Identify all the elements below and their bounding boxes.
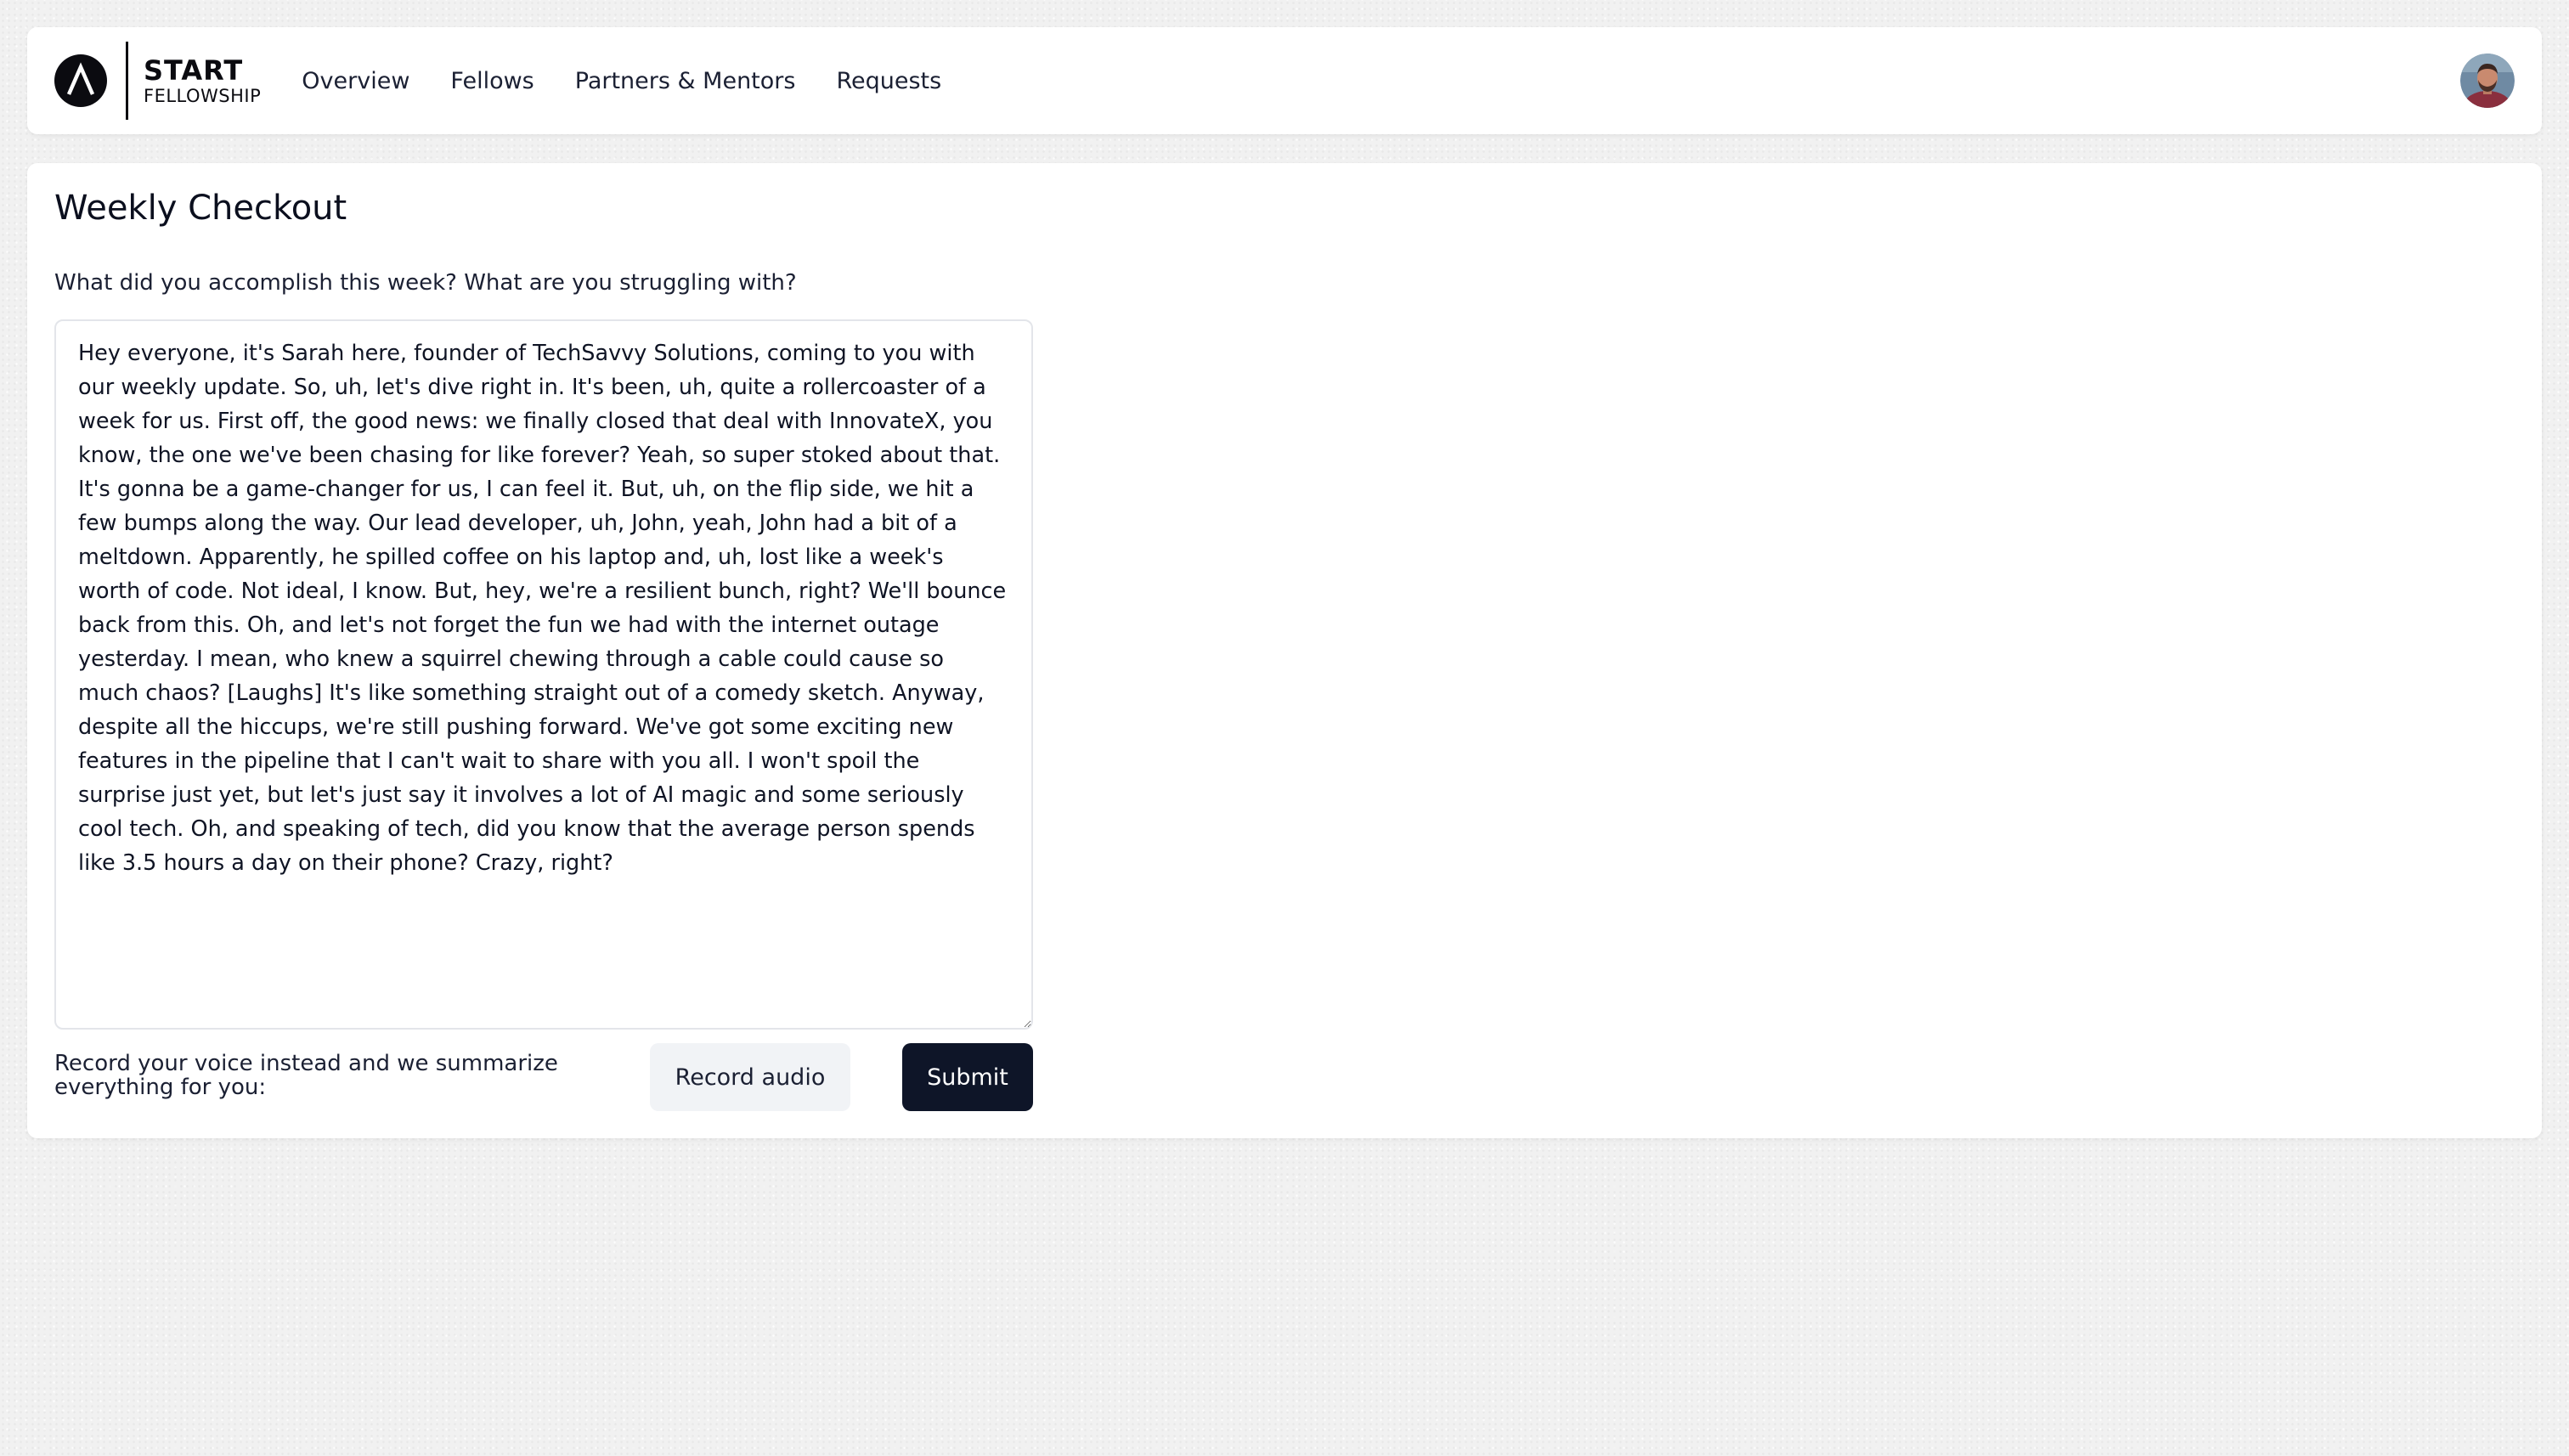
brand-name-bottom: FELLOWSHIP [144,85,262,106]
user-avatar[interactable] [2460,54,2515,108]
weekly-checkout-card: Weekly Checkout What did you accomplish … [27,163,2542,1138]
brand-logo[interactable]: START FELLOWSHIP [54,27,261,134]
brand-wordmark: START FELLOWSHIP [144,57,261,105]
record-audio-button[interactable]: Record audio [650,1043,850,1111]
checkout-prompt-label: What did you accomplish this week? What … [54,270,797,296]
nav-link-fellows[interactable]: Fellows [450,68,534,94]
record-voice-label: Record your voice instead and we summari… [54,1051,558,1100]
start-a-icon [54,54,107,107]
page-title: Weekly Checkout [54,189,347,228]
main-nav: Overview Fellows Partners & Mentors Requ… [302,68,982,94]
logo-divider [126,42,128,120]
nav-link-requests[interactable]: Requests [836,68,941,94]
top-navbar: START FELLOWSHIP Overview Fellows Partne… [27,27,2542,134]
checkout-textarea[interactable]: Hey everyone, it's Sarah here, founder o… [54,319,1033,1030]
nav-link-overview[interactable]: Overview [302,68,409,94]
brand-name-top: START [144,54,244,87]
submit-button[interactable]: Submit [902,1043,1033,1111]
nav-link-partners-mentors[interactable]: Partners & Mentors [575,68,796,94]
